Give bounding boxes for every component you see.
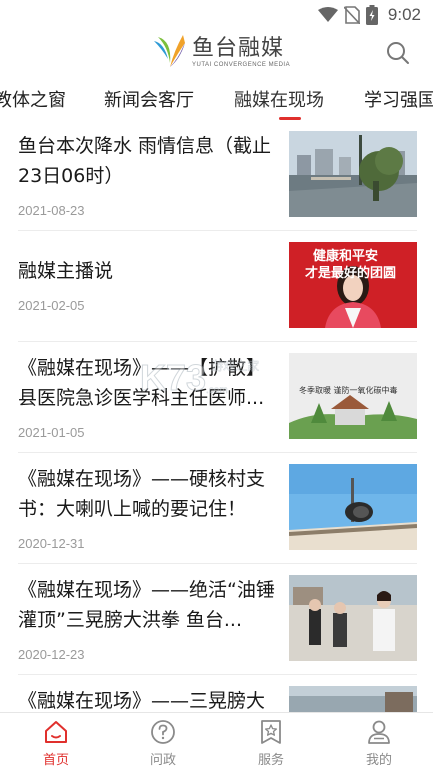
performance-photo bbox=[289, 575, 417, 661]
search-icon[interactable] bbox=[385, 40, 411, 66]
winter-illustration bbox=[289, 353, 417, 439]
article-thumbnail[interactable] bbox=[289, 686, 417, 712]
article-thumbnail[interactable] bbox=[289, 575, 417, 661]
no-sim-icon bbox=[343, 6, 360, 24]
nav-mine-label: 我的 bbox=[365, 753, 392, 767]
question-icon bbox=[151, 720, 175, 744]
article-thumbnail[interactable]: 健康和平安 才是最好的团圆 bbox=[289, 242, 417, 328]
list-item[interactable]: 《融媒在现场》——绝活“油锤灌顶”三晃膀大洪拳 鱼台... 2020-12-23 bbox=[0, 564, 433, 675]
nav-inquiry-label: 问政 bbox=[149, 753, 176, 767]
tab-education[interactable]: 教体之窗 bbox=[0, 86, 66, 112]
article-title[interactable]: 《融媒在现场》——绝活“油锤灌顶”三晃膀大洪拳 鱼台... bbox=[18, 575, 280, 635]
article-title[interactable]: 《融媒在现场》——【扩散】县医院急诊医学科主任医师... bbox=[18, 353, 280, 413]
logo-text: 鱼台融媒 YUTAI CONVERGENCE MEDIA bbox=[192, 37, 290, 69]
tab-study[interactable]: 学习强国 bbox=[364, 86, 433, 112]
thumb-caption: 冬季取暖 谨防一氧化碳中毒 bbox=[299, 386, 398, 395]
article-thumbnail[interactable] bbox=[289, 464, 417, 550]
logo-title: 鱼台融媒 bbox=[192, 36, 285, 61]
bottom-nav: 首页 问政 服务 我的 bbox=[0, 712, 433, 767]
street-photo bbox=[289, 131, 417, 217]
tab-on-site[interactable]: 融媒在现场 bbox=[234, 86, 324, 112]
list-item[interactable]: 《融媒在现场》——三晃膀大 bbox=[0, 675, 433, 712]
list-item[interactable]: 《融媒在现场》——【扩散】县医院急诊医学科主任医师... 2021-01-05 … bbox=[0, 342, 433, 453]
nav-home-label: 首页 bbox=[42, 753, 69, 767]
loudspeaker-photo bbox=[289, 464, 417, 550]
article-title[interactable]: 鱼台本次降水 雨情信息（截止23日06时） bbox=[18, 131, 280, 191]
partial-photo bbox=[289, 686, 417, 712]
nav-service[interactable]: 服务 bbox=[241, 719, 301, 767]
logo-subtitle: YUTAI CONVERGENCE MEDIA bbox=[192, 62, 291, 68]
star-bookmark-icon bbox=[261, 720, 281, 744]
article-date: 2021-08-23 bbox=[18, 203, 85, 218]
nav-service-label: 服务 bbox=[257, 753, 284, 767]
app-header: 鱼台融媒 YUTAI CONVERGENCE MEDIA bbox=[0, 30, 433, 78]
article-date: 2021-02-05 bbox=[18, 298, 85, 313]
nav-inquiry[interactable]: 问政 bbox=[133, 719, 193, 767]
article-title[interactable]: 《融媒在现场》——硬核村支书：大喇叭上喊的要记住！ bbox=[18, 464, 280, 524]
status-time: 9:02 bbox=[387, 5, 421, 24]
article-date: 2021-01-05 bbox=[18, 425, 85, 440]
list-item[interactable]: 鱼台本次降水 雨情信息（截止23日06时） 2021-08-23 bbox=[0, 120, 433, 231]
article-title[interactable]: 《融媒在现场》——三晃膀大 bbox=[18, 686, 280, 712]
tab-news-salon[interactable]: 新闻会客厅 bbox=[104, 86, 194, 112]
article-list: 鱼台本次降水 雨情信息（截止23日06时） 2021-08-23 融媒主播说 2… bbox=[0, 120, 433, 712]
article-thumbnail[interactable] bbox=[289, 131, 417, 217]
channel-tabs: 教体之窗 新闻会客厅 融媒在现场 学习强国 bbox=[0, 80, 433, 120]
home-icon bbox=[45, 721, 67, 743]
article-date: 2020-12-23 bbox=[18, 647, 85, 662]
list-item[interactable]: 融媒主播说 2021-02-05 健康和平安 才是最好的团圆 bbox=[0, 231, 433, 342]
thumb-caption-line-2: 才是最好的团圆 bbox=[305, 266, 397, 281]
app-logo: 鱼台融媒 YUTAI CONVERGENCE MEDIA bbox=[150, 33, 290, 73]
article-thumbnail[interactable]: 冬季取暖 谨防一氧化碳中毒 bbox=[289, 353, 417, 439]
list-item[interactable]: 《融媒在现场》——硬核村支书：大喇叭上喊的要记住！ 2020-12-31 bbox=[0, 453, 433, 564]
article-date: 2020-12-31 bbox=[18, 536, 85, 551]
status-icons: 9:02 bbox=[317, 4, 421, 26]
status-bar: 9:02 bbox=[0, 0, 433, 30]
logo-mark-icon bbox=[154, 35, 185, 67]
article-title[interactable]: 融媒主播说 bbox=[18, 256, 280, 286]
battery-icon bbox=[365, 5, 378, 25]
nav-mine[interactable]: 我的 bbox=[349, 719, 409, 767]
user-icon bbox=[368, 720, 390, 744]
nav-home[interactable]: 首页 bbox=[26, 719, 86, 767]
wifi-icon bbox=[317, 7, 338, 22]
